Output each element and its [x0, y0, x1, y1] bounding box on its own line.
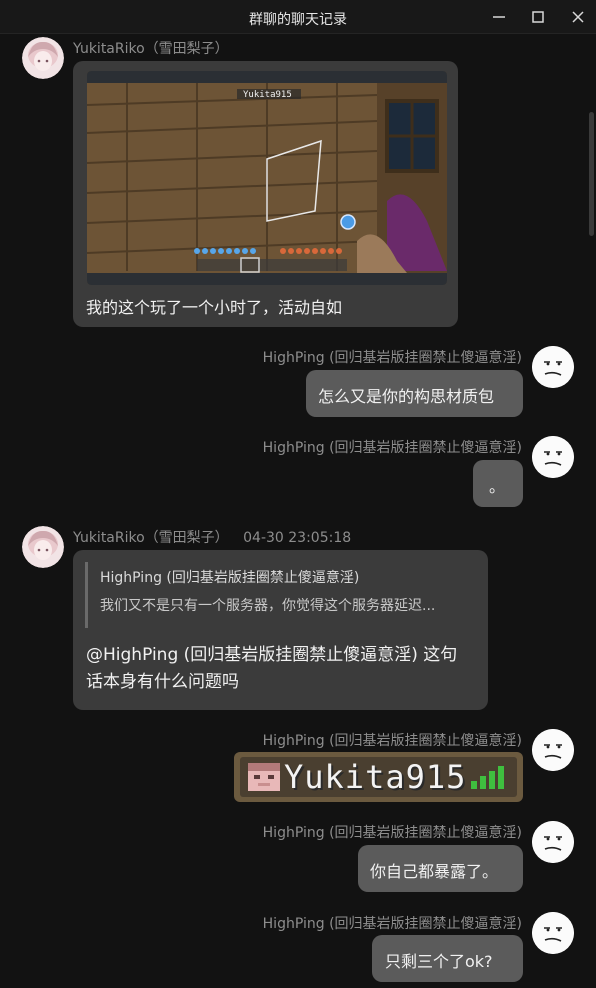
sender-name: HighPing (回归基岩版挂圈禁止傻逼意淫)	[262, 350, 522, 366]
sender-name: HighPing (回归基岩版挂圈禁止傻逼意淫)	[262, 440, 522, 456]
title-bar: 群聊的聊天记录	[0, 0, 596, 34]
message-bubble[interactable]: 。	[473, 460, 523, 507]
message-bubble[interactable]: HighPing (回归基岩版挂圈禁止傻逼意淫) 我们又不是只有一个服务器，你觉…	[73, 550, 488, 710]
quoted-text: 我们又不是只有一个服务器，你觉得这个服务器延迟...	[100, 598, 436, 614]
sender-name: YukitaRiko（雪田梨子） 04-30 23:05:18	[73, 527, 351, 547]
avatar[interactable]	[532, 346, 574, 388]
avatar[interactable]	[22, 526, 64, 568]
message-bubble[interactable]: Yukita915 我的这个玩了一个小时了，活动自如	[73, 61, 458, 327]
message-bubble[interactable]: 你自己都暴露了。	[358, 845, 523, 892]
overlay-nametag: Yukita915	[243, 90, 292, 100]
close-icon[interactable]	[568, 7, 588, 27]
avatar[interactable]	[532, 912, 574, 954]
message-text: @HighPing (回归基岩版挂圈禁止傻逼意淫) 这句 话本身有什么问题吗	[86, 642, 476, 696]
sender-name: HighPing (回归基岩版挂圈禁止傻逼意淫)	[262, 825, 522, 841]
avatar[interactable]	[532, 821, 574, 863]
sender-name-text: YukitaRiko（雪田梨子）	[73, 530, 229, 546]
sender-name: HighPing (回归基岩版挂圈禁止傻逼意淫)	[262, 916, 522, 932]
message-text: 怎么又是你的构思材质包	[318, 387, 495, 406]
message-text: 我的这个玩了一个小时了，活动自如	[86, 298, 343, 317]
message-bubble[interactable]: 只剩三个了ok?	[372, 935, 523, 982]
minimize-icon[interactable]	[489, 7, 509, 27]
game-screenshot-graphic: Yukita915	[87, 71, 447, 285]
avatar[interactable]	[532, 436, 574, 478]
message-text: 你自己都暴露了。	[370, 862, 499, 881]
nametag-background: Yukita915	[240, 757, 517, 797]
sender-name: YukitaRiko（雪田梨子）	[73, 41, 229, 57]
message-text-line: 话本身有什么问题吗	[86, 672, 239, 692]
screenshot-statusbar	[87, 273, 447, 285]
message-text: 。	[489, 477, 506, 496]
nametag-image[interactable]: Yukita915	[234, 752, 523, 802]
message-text: 只剩三个了ok?	[385, 952, 493, 971]
scrollbar[interactable]	[588, 34, 596, 988]
sender-name: HighPing (回归基岩版挂圈禁止傻逼意淫)	[262, 733, 522, 749]
game-screenshot-image[interactable]: Yukita915	[87, 71, 447, 285]
message-text-line: @HighPing (回归基岩版挂圈禁止傻逼意淫) 这句	[86, 645, 458, 665]
quoted-message[interactable]: HighPing (回归基岩版挂圈禁止傻逼意淫) 我们又不是只有一个服务器，你觉…	[85, 562, 475, 628]
maximize-icon[interactable]	[528, 7, 548, 27]
avatar[interactable]	[532, 729, 574, 771]
avatar[interactable]	[22, 37, 64, 79]
quoted-sender: HighPing (回归基岩版挂圈禁止傻逼意淫)	[100, 570, 360, 586]
scrollbar-thumb[interactable]	[589, 112, 594, 236]
signal-bars-icon	[471, 766, 504, 789]
screenshot-toolbar	[87, 71, 447, 83]
message-timestamp: 04-30 23:05:18	[243, 530, 352, 546]
player-head-icon	[248, 763, 280, 791]
nametag-text: Yukita915	[284, 758, 467, 796]
message-bubble[interactable]: 怎么又是你的构思材质包	[306, 370, 523, 417]
